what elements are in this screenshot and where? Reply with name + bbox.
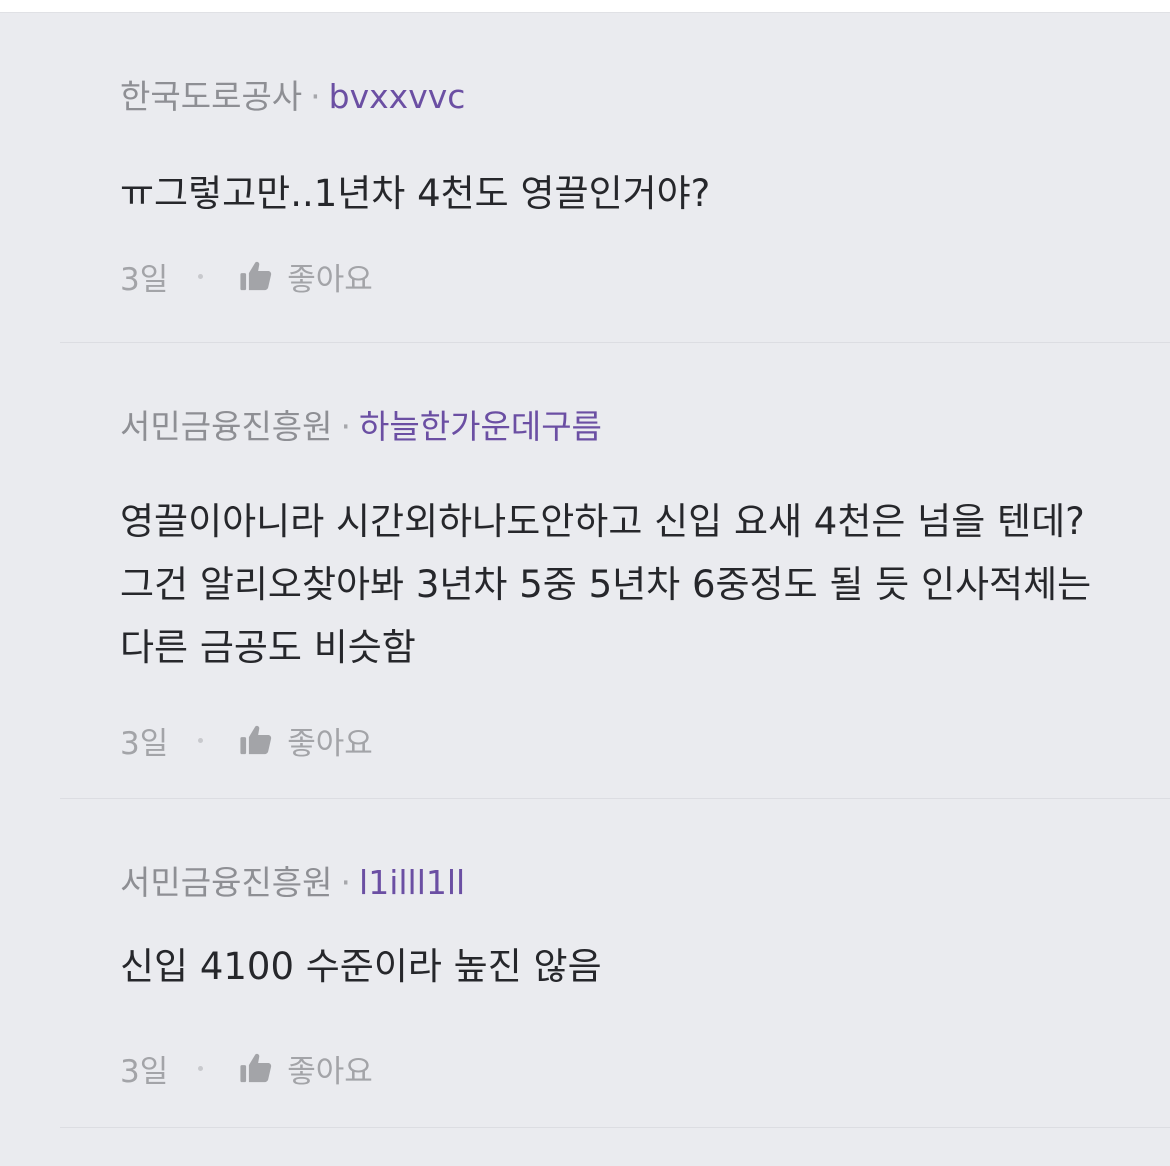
like-label: 좋아요 xyxy=(287,1053,373,1090)
author-nickname[interactable]: bvxxvvc xyxy=(329,77,466,116)
comment-time: 3일 xyxy=(120,1053,169,1090)
author-company: 한국도로공사 xyxy=(120,77,303,116)
author-nickname[interactable]: l1illl1ll xyxy=(359,863,465,902)
like-button[interactable]: 좋아요 xyxy=(239,1046,373,1091)
comment-text: ㅠ그렇고만..1년차 4천도 영끌인거야? xyxy=(120,172,711,215)
comment-time: 3일 xyxy=(120,261,169,298)
comment-item: 서민금융진흥원 · l1illl1ll 신입 4100 수준이라 높진 않음 3일 … xyxy=(0,799,1170,1127)
dot-separator xyxy=(198,737,204,743)
comment-item: 한국도로공사 · bvxxvvc ㅠ그렇고만..1년차 4천도 영끌인거야? 3일 … xyxy=(0,13,1170,342)
like-label: 좋아요 xyxy=(287,725,373,762)
comment-author: 서민금융진흥원 · 하늘한가운데구름 xyxy=(120,405,602,449)
comment-time: 3일 xyxy=(120,725,169,762)
author-company: 서민금융진흥원 xyxy=(120,407,333,446)
comment-author: 한국도로공사 · bvxxvvc xyxy=(120,75,465,119)
comment-divider xyxy=(60,1127,1170,1128)
comment-list: 한국도로공사 · bvxxvvc ㅠ그렇고만..1년차 4천도 영끌인거야? 3일 … xyxy=(0,12,1170,1166)
comment-text: 영끌이아니라 시간외하나도안하고 신입 요새 4천은 넘을 텐데? 그건 알리오… xyxy=(120,500,1092,669)
like-button[interactable]: 좋아요 xyxy=(239,718,373,763)
author-nickname[interactable]: 하늘한가운데구름 xyxy=(359,407,602,446)
like-button[interactable]: 좋아요 xyxy=(239,254,373,299)
author-company: 서민금융진흥원 xyxy=(120,863,333,902)
meta-separator: · xyxy=(340,407,352,446)
comment-actions: 3일 좋아요 xyxy=(120,1046,373,1090)
dot-separator xyxy=(198,1065,204,1071)
comment-author: 서민금융진흥원 · l1illl1ll xyxy=(120,861,465,905)
meta-separator: · xyxy=(310,77,321,116)
thumbs-up-icon xyxy=(240,1053,272,1083)
comment-actions: 3일 좋아요 xyxy=(120,718,373,762)
comment-text: 신입 4100 수준이라 높진 않음 xyxy=(120,945,602,988)
thumbs-up-icon xyxy=(240,725,272,755)
comment-item: 서민금융진흥원 · 하늘한가운데구름 영끌이아니라 시간외하나도안하고 신입 요새 … xyxy=(0,343,1170,798)
like-label: 좋아요 xyxy=(287,261,373,298)
thumbs-up-icon xyxy=(240,261,272,291)
meta-separator: · xyxy=(340,863,352,902)
comment-actions: 3일 좋아요 xyxy=(120,254,373,298)
dot-separator xyxy=(198,273,204,279)
